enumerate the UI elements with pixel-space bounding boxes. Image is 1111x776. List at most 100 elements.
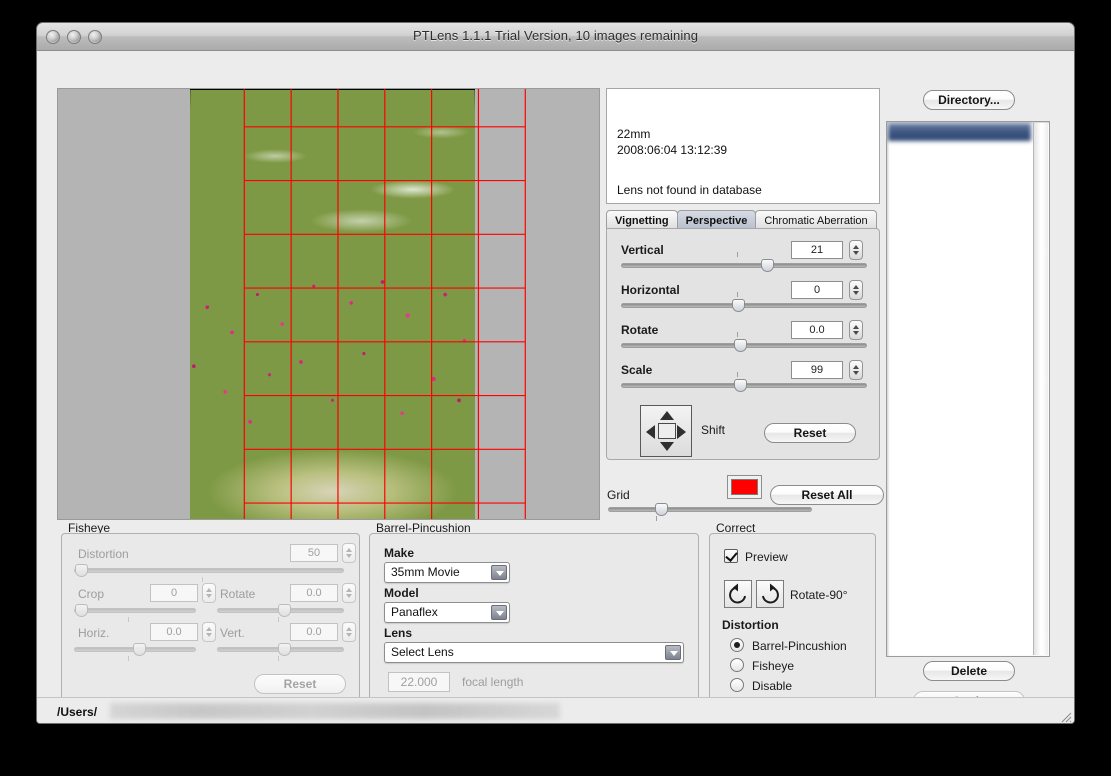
rotate-ccw-button[interactable] <box>724 580 752 608</box>
fisheye-group: Distortion 50 Crop 0 Rotate 0.0 Horiz. 0… <box>61 533 360 701</box>
fisheye-horiz-tick <box>128 656 129 661</box>
fisheye-crop-thumb[interactable] <box>75 604 88 617</box>
perspective-panel: Vertical 21 Horizontal 0 Rotate 0.0 Scal… <box>606 228 880 460</box>
radio-barrel-pincushion-label: Barrel-Pincushion <box>752 639 847 653</box>
scale-value[interactable]: 99 <box>791 361 843 379</box>
fisheye-vert-label: Vert. <box>220 626 245 640</box>
image-preview-canvas[interactable] <box>57 88 600 520</box>
fisheye-vert-slider[interactable] <box>217 643 344 656</box>
shift-up-arrow-icon[interactable] <box>660 411 674 420</box>
shift-label: Shift <box>701 423 726 437</box>
fisheye-crop-value[interactable]: 0 <box>150 584 198 602</box>
rotate-counterclockwise-icon <box>729 583 746 604</box>
shift-down-arrow-icon[interactable] <box>660 442 674 451</box>
chevron-down-icon[interactable] <box>491 565 507 580</box>
grid-slider[interactable] <box>608 503 812 516</box>
make-label: Make <box>384 546 415 560</box>
horizontal-slider-thumb[interactable] <box>731 299 745 312</box>
fisheye-rotate-stepper[interactable] <box>342 583 356 603</box>
fisheye-rotate-slider[interactable] <box>217 604 344 617</box>
horizontal-label: Horizontal <box>621 283 680 297</box>
fisheye-rotate-thumb[interactable] <box>278 604 291 617</box>
fisheye-crop-slider[interactable] <box>74 604 196 617</box>
scale-slider-thumb[interactable] <box>734 379 748 392</box>
resize-grip[interactable] <box>1058 709 1072 723</box>
lens-dropdown[interactable]: Select Lens <box>384 642 684 663</box>
fisheye-rotate-value[interactable]: 0.0 <box>290 584 338 602</box>
horizontal-value[interactable]: 0 <box>791 281 843 299</box>
shift-pad[interactable] <box>640 405 692 457</box>
radio-barrel-pincushion[interactable] <box>730 638 744 652</box>
window-content: 22mm 2008:06:04 13:12:39 Lens not found … <box>37 51 1074 723</box>
radio-disable[interactable] <box>730 678 744 692</box>
directory-button[interactable]: Directory... <box>923 90 1015 110</box>
radio-fisheye-label: Fisheye <box>752 659 795 673</box>
file-list[interactable] <box>886 121 1050 657</box>
vertical-value[interactable]: 21 <box>791 241 843 259</box>
vertical-slider-thumb[interactable] <box>761 259 775 272</box>
tab-perspective[interactable]: Perspective <box>676 210 757 229</box>
window-titlebar[interactable]: PTLens 1.1.1 Trial Version, 10 images re… <box>37 23 1074 51</box>
file-list-selected-item[interactable] <box>888 123 1031 141</box>
rotate-stepper[interactable] <box>849 320 863 340</box>
fisheye-vert-value[interactable]: 0.0 <box>290 623 338 641</box>
status-path-redacted <box>110 703 560 719</box>
make-dropdown[interactable]: 35mm Movie <box>384 562 510 583</box>
vertical-label: Vertical <box>621 243 664 257</box>
correction-tabgroup: Vignetting Perspective Chromatic Aberrat… <box>606 210 880 460</box>
status-path-text: /Users/ <box>57 705 98 719</box>
tab-vignetting[interactable]: Vignetting <box>606 210 678 229</box>
correct-group: Preview Rotate-90° Distortion Barrel-Pin… <box>709 533 876 701</box>
chevron-down-icon[interactable] <box>491 605 507 620</box>
fisheye-horiz-value[interactable]: 0.0 <box>150 623 198 641</box>
fisheye-horiz-thumb[interactable] <box>132 643 146 656</box>
scale-slider[interactable] <box>621 379 867 392</box>
fisheye-reset-button[interactable]: Reset <box>254 674 346 694</box>
shift-center[interactable] <box>658 423 676 439</box>
perspective-reset-button[interactable]: Reset <box>764 423 856 443</box>
horizontal-slider[interactable] <box>621 299 867 312</box>
window-title: PTLens 1.1.1 Trial Version, 10 images re… <box>412 28 699 43</box>
fisheye-vert-tick <box>278 656 279 661</box>
rotate-90-label: Rotate-90° <box>790 588 848 602</box>
horizontal-stepper[interactable] <box>849 280 863 300</box>
shift-right-arrow-icon[interactable] <box>677 425 686 439</box>
model-dropdown[interactable]: Panaflex <box>384 602 510 623</box>
fisheye-distortion-slider[interactable] <box>74 564 344 577</box>
fisheye-distortion-label: Distortion <box>78 547 129 561</box>
fisheye-horiz-stepper[interactable] <box>202 622 216 642</box>
red-grid-overlay <box>243 89 526 519</box>
fisheye-vert-stepper[interactable] <box>342 622 356 642</box>
grid-slider-thumb[interactable] <box>655 503 669 516</box>
fisheye-distortion-value[interactable]: 50 <box>290 544 338 562</box>
fisheye-horiz-slider[interactable] <box>74 643 196 656</box>
horizontal-center-tick <box>736 292 738 297</box>
tab-chromatic-aberration[interactable]: Chromatic Aberration <box>755 210 877 229</box>
ptlens-window: PTLens 1.1.1 Trial Version, 10 images re… <box>36 22 1075 724</box>
rotate-cw-button[interactable] <box>756 580 784 608</box>
grid-color-swatch-box[interactable] <box>727 475 762 499</box>
radio-fisheye[interactable] <box>730 658 744 672</box>
vertical-center-tick <box>736 252 738 257</box>
fisheye-vert-thumb[interactable] <box>278 643 291 656</box>
rotate-slider[interactable] <box>621 339 867 352</box>
lens-label: Lens <box>384 626 413 640</box>
reset-all-button[interactable]: Reset All <box>770 485 884 505</box>
chevron-down-icon[interactable] <box>665 645 681 660</box>
vertical-slider[interactable] <box>621 259 867 272</box>
shift-left-arrow-icon[interactable] <box>646 425 655 439</box>
fisheye-rotate-label: Rotate <box>220 587 256 601</box>
desktop-background: PTLens 1.1.1 Trial Version, 10 images re… <box>0 0 1111 776</box>
delete-button[interactable]: Delete <box>923 661 1015 681</box>
grid-color-swatch[interactable] <box>731 479 758 495</box>
file-list-scrollbar[interactable] <box>1033 123 1048 655</box>
rotate-value[interactable]: 0.0 <box>791 321 843 339</box>
focal-length-input[interactable]: 22.000 <box>388 672 450 692</box>
preview-checkbox[interactable] <box>724 549 738 563</box>
fisheye-distortion-thumb[interactable] <box>75 564 88 577</box>
rotate-slider-thumb[interactable] <box>734 339 748 352</box>
fisheye-crop-stepper[interactable] <box>202 583 216 603</box>
scale-stepper[interactable] <box>849 360 863 380</box>
vertical-stepper[interactable] <box>849 240 863 260</box>
fisheye-distortion-stepper[interactable] <box>342 543 356 563</box>
